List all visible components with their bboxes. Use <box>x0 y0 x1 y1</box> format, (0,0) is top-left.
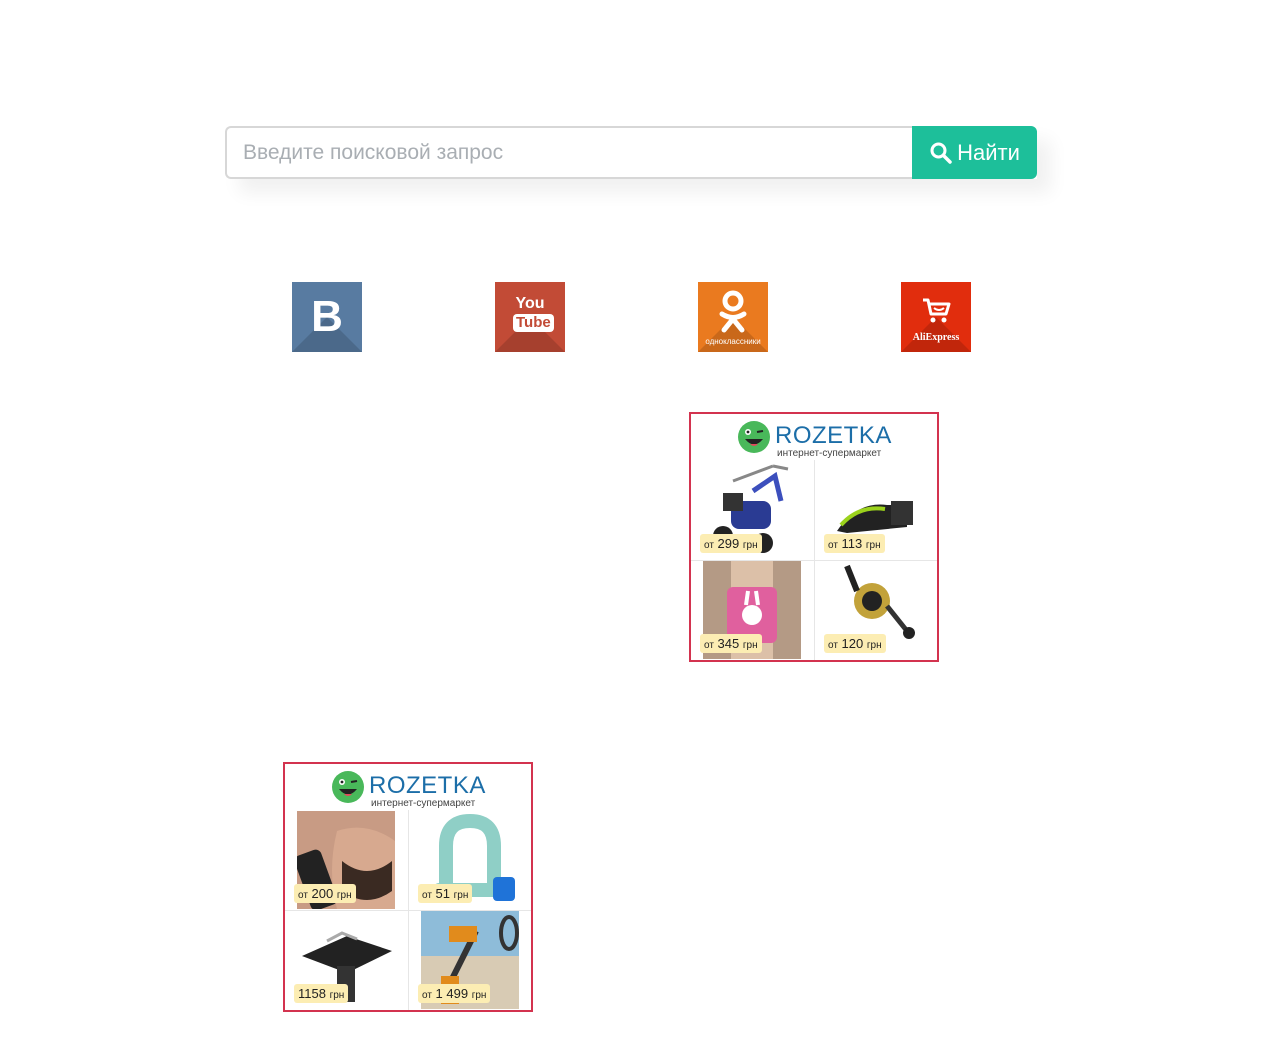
rozetka-tagline: интернет-супермаркет <box>371 798 476 809</box>
price-tag: от 1 499 грн <box>418 984 491 1003</box>
search-icon <box>930 142 952 164</box>
rozetka-brand: ROZETKA <box>369 772 486 799</box>
search-input[interactable] <box>225 126 912 179</box>
youtube-you-label: You <box>515 295 545 312</box>
youtube-icon: You Tube <box>513 295 554 332</box>
price-tag: от 345 грн <box>700 634 762 653</box>
price-tag: от 113 грн <box>824 534 885 553</box>
price-tag: от 200 грн <box>294 884 356 903</box>
smiley-icon <box>738 421 770 453</box>
price-tag: 1158 грн <box>294 984 349 1003</box>
vk-icon: В <box>311 292 343 341</box>
price-tag: от 51 грн <box>418 884 473 903</box>
search-button-label: Найти <box>957 139 1020 165</box>
smiley-icon <box>332 771 364 803</box>
aliexpress-link[interactable]: AliExpress <box>901 282 985 366</box>
odnoklassniki-icon <box>719 290 747 333</box>
price-tag: от 299 грн <box>700 534 762 553</box>
odnoklassniki-label: одноклассники <box>705 337 761 346</box>
rozetka-brand: ROZETKA <box>775 422 892 449</box>
aliexpress-label: AliExpress <box>912 332 960 343</box>
odnoklassniki-link[interactable]: одноклассники <box>698 282 782 366</box>
cart-icon <box>923 298 951 323</box>
price-tag: от 120 грн <box>824 634 886 653</box>
vk-link[interactable]: В <box>292 282 376 366</box>
rozetka-banner[interactable]: ROZETKA интернет-супермаркет <box>283 762 533 1012</box>
rozetka-banner[interactable]: ROZETKA интернет-супермаркет <box>689 412 939 662</box>
youtube-link[interactable]: You Tube <box>495 282 579 366</box>
search-bar: Найти <box>225 126 1037 179</box>
youtube-tube-label: Tube <box>513 314 554 332</box>
rozetka-tagline: интернет-супермаркет <box>777 448 882 459</box>
search-button[interactable]: Найти <box>912 126 1037 179</box>
